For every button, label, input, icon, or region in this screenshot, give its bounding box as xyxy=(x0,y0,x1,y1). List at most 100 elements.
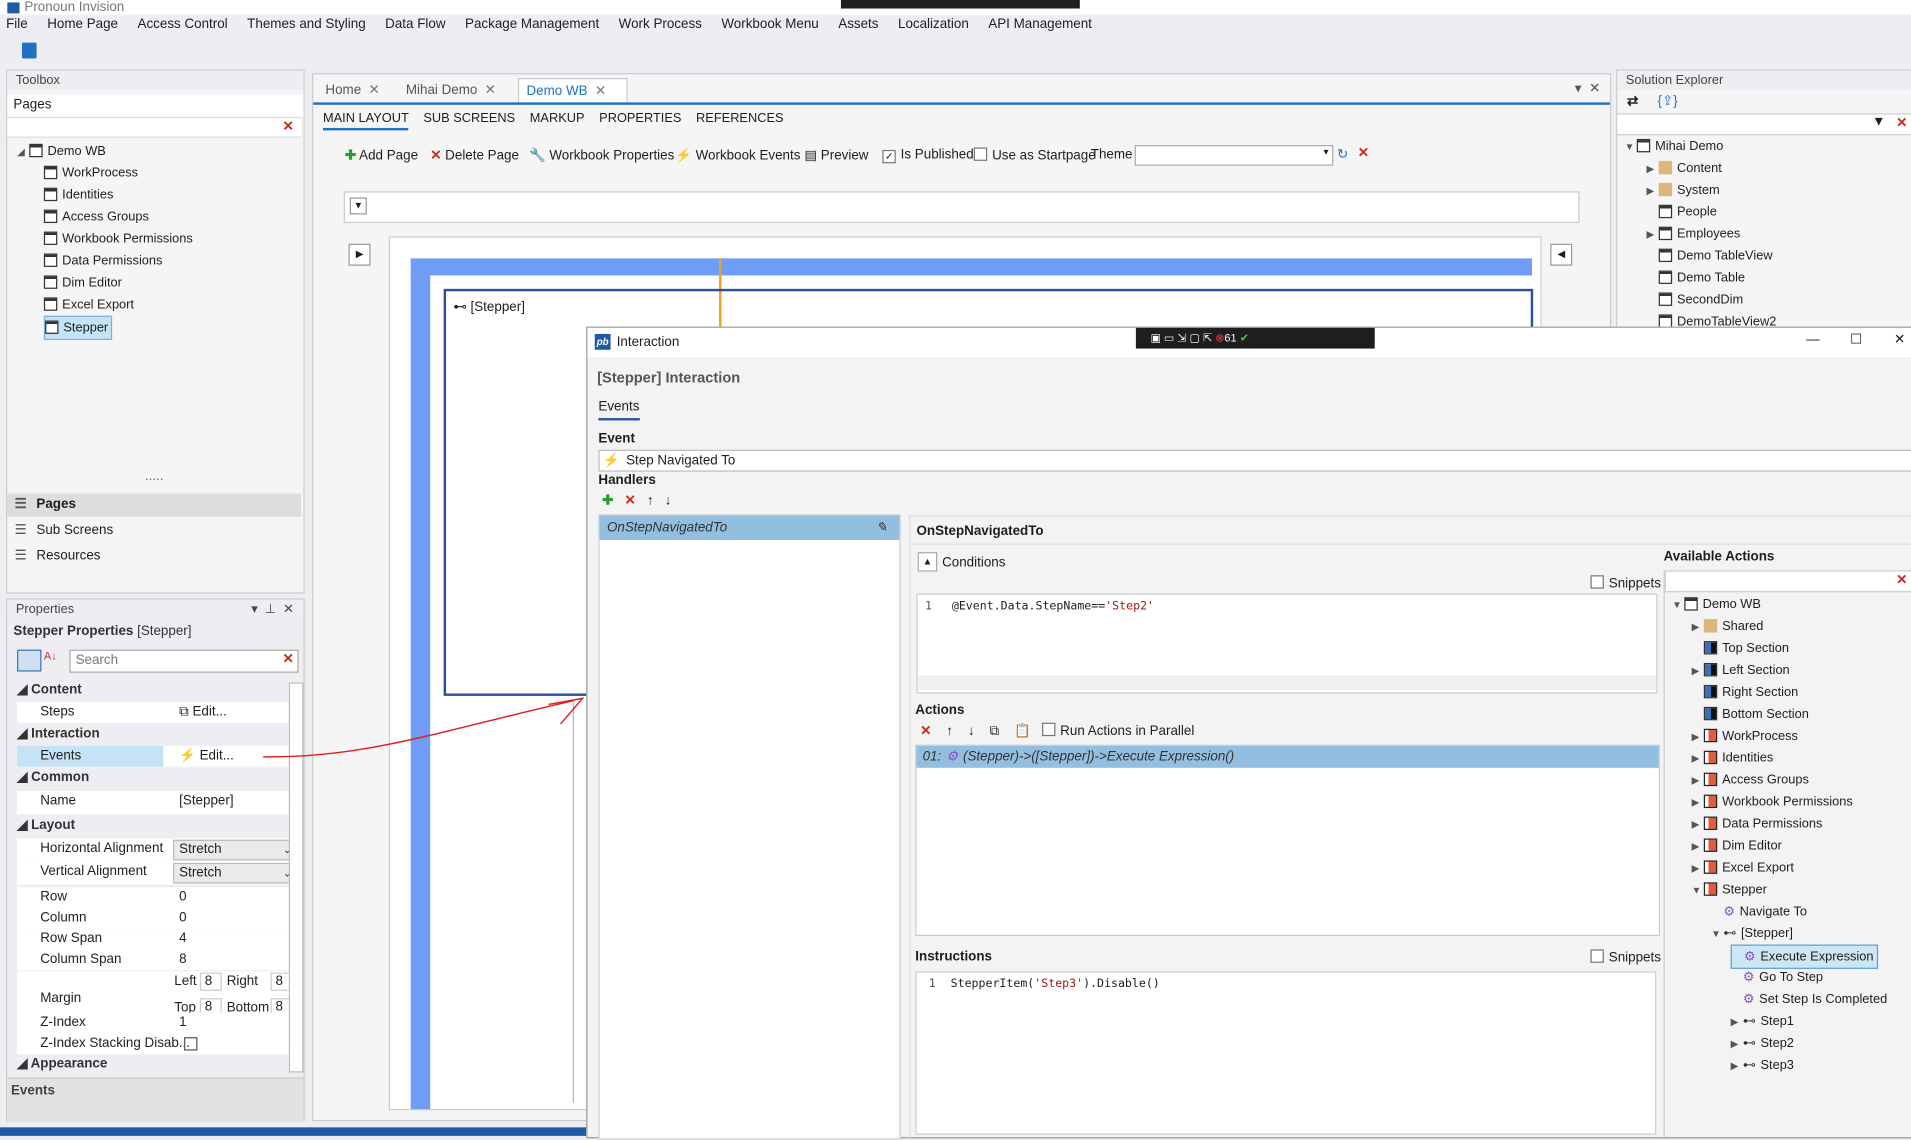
available-action-item[interactable]: ▶ Excel Export xyxy=(1692,857,1794,879)
maximize-button[interactable]: ☐ xyxy=(1850,332,1862,348)
expand-arrow-icon[interactable]: ▶ xyxy=(1692,726,1704,748)
available-action-item[interactable]: ⚙ Go To Step xyxy=(1731,966,1823,988)
collapse-conditions-button[interactable]: ▲ xyxy=(917,552,938,572)
item-label: Set Step Is Completed xyxy=(1759,992,1888,1007)
item-label: Stepper xyxy=(1722,882,1767,897)
capture-toolbar: ▣ ▭ ⇲ ▢ ⇱ ⊗61 ✔ xyxy=(1135,327,1375,349)
available-action-item[interactable]: ▶ WorkProcess xyxy=(1692,725,1798,747)
expand-arrow-icon[interactable]: ▶ xyxy=(1692,858,1704,880)
code-text: @Event.Data.StepName== xyxy=(951,599,1106,614)
available-action-item[interactable]: ▶ Identities xyxy=(1692,747,1773,770)
move-up-button[interactable]: ↑ xyxy=(946,724,953,739)
available-action-item[interactable]: ▶ ⊷ Step1 xyxy=(1731,1010,1794,1032)
actions-label: Actions xyxy=(915,703,965,718)
actions-list: 01: ⚙ (Stepper)->([Stepper])->Execute Expr… xyxy=(915,744,1660,936)
expand-arrow-icon[interactable]: ▶ xyxy=(1692,748,1704,770)
stepper-icon: ⊷ xyxy=(1742,1014,1756,1029)
item-label: Data Permissions xyxy=(1722,816,1823,832)
available-action-item[interactable]: ▶ Workbook Permissions xyxy=(1692,791,1853,813)
available-action-item[interactable]: ⚙ Execute Expression xyxy=(1730,944,1879,969)
error-icon: ⊗ xyxy=(1215,331,1225,344)
app-window: Pronoun Invision File Home Page Access Con… xyxy=(0,0,1911,1140)
dialog-title-bar: pb Interaction ▣ ▭ ⇲ ▢ ⇱ ⊗61 ✔ — ☐ ✕ xyxy=(587,327,1911,358)
red-icon xyxy=(1703,728,1718,743)
instructions-snippets-toggle[interactable]: Snippets xyxy=(1590,949,1661,965)
item-label: WorkProcess xyxy=(1722,728,1798,744)
expand-arrow-icon[interactable]: ▶ xyxy=(1731,1034,1743,1056)
dialog-heading: [Stepper] Interaction xyxy=(597,369,741,387)
blue-icon xyxy=(1703,663,1718,677)
expand-arrow-icon[interactable]: ▶ xyxy=(1692,661,1704,683)
available-action-item[interactable]: ▶ Shared xyxy=(1692,615,1763,639)
red-icon xyxy=(1703,794,1718,809)
action-icon: ⚙ xyxy=(1742,970,1755,985)
condition-code-line: @Event.Data.StepName=='Step2' xyxy=(952,600,1154,613)
available-action-item[interactable]: ▶ Data Permissions xyxy=(1692,813,1823,836)
available-action-item[interactable]: Top Section xyxy=(1692,637,1789,659)
item-label: Top Section xyxy=(1722,641,1789,656)
clear-search-icon[interactable]: ✕ xyxy=(1896,572,1907,588)
available-action-item[interactable]: ▶ Access Groups xyxy=(1692,769,1809,791)
close-dialog-button[interactable]: ✕ xyxy=(1894,332,1905,348)
move-up-button[interactable]: ↑ xyxy=(647,494,654,509)
red-icon xyxy=(1703,838,1718,852)
copy-icon[interactable]: ⧉ xyxy=(990,724,1000,739)
event-dropdown[interactable]: ⚡ Step Navigated To xyxy=(598,449,1911,472)
edit-pencil-icon[interactable]: ✎ xyxy=(876,516,887,540)
item-label: [Stepper] xyxy=(1740,926,1793,941)
snippets-label: Snippets xyxy=(1608,576,1661,592)
available-action-item[interactable]: ⚙ Navigate To xyxy=(1711,901,1807,923)
expand-arrow-icon[interactable]: ▶ xyxy=(1692,792,1704,814)
action-icon: ⚙ xyxy=(1744,949,1756,965)
move-down-button[interactable]: ↓ xyxy=(968,724,975,739)
line-number: 1 xyxy=(925,599,933,614)
delete-action-button[interactable]: ✕ xyxy=(920,724,931,739)
available-action-item[interactable]: ▼ Stepper xyxy=(1692,879,1767,901)
expand-arrow-icon[interactable]: ▶ xyxy=(1692,617,1704,639)
item-label: Go To Step xyxy=(1759,970,1823,985)
available-action-item[interactable]: ▶ ⊷ Step3 xyxy=(1731,1054,1794,1076)
expand-arrow-icon[interactable]: ▼ xyxy=(1711,924,1723,946)
status-bar xyxy=(0,1127,587,1136)
red-icon xyxy=(1703,860,1718,874)
action-item[interactable]: 01: ⚙ (Stepper)->([Stepper])->Execute Expr… xyxy=(916,745,1659,768)
error-count: 61 xyxy=(1224,331,1237,344)
expand-arrow-icon[interactable]: ▶ xyxy=(1731,1055,1743,1077)
available-action-item[interactable]: ▶ Left Section xyxy=(1692,659,1790,681)
code-string: 'Step3' xyxy=(1034,977,1084,991)
tab-events[interactable]: Events xyxy=(598,400,640,421)
available-action-item[interactable]: Bottom Section xyxy=(1692,703,1809,725)
instructions-editor[interactable]: 1 StepperItem('Step3').Disable() xyxy=(915,971,1657,1135)
stepper-icon: ⊷ xyxy=(1742,1057,1756,1073)
folder-icon xyxy=(1703,619,1718,633)
expand-arrow-icon[interactable]: ▶ xyxy=(1731,1012,1743,1034)
add-handler-button[interactable]: ✚ xyxy=(602,494,613,509)
handler-item[interactable]: OnStepNavigatedTo ✎ xyxy=(599,515,900,540)
expand-arrow-icon[interactable]: ▶ xyxy=(1692,770,1704,792)
available-action-item[interactable]: ⚙ Set Step Is Completed xyxy=(1731,988,1888,1010)
horizontal-scrollbar[interactable] xyxy=(917,675,1657,690)
conditions-editor[interactable]: 1 @Event.Data.StepName=='Step2' xyxy=(916,593,1658,694)
event-label: Event xyxy=(598,431,635,447)
expand-arrow-icon[interactable]: ▶ xyxy=(1692,836,1704,858)
paste-icon[interactable]: 📋 xyxy=(1014,724,1031,739)
expand-arrow-icon[interactable]: ▼ xyxy=(1692,880,1704,902)
expand-arrow-icon[interactable]: ▼ xyxy=(1672,595,1684,617)
available-action-item[interactable]: ▼ ⊷ [Stepper] xyxy=(1711,923,1793,945)
item-label: Right Section xyxy=(1722,684,1799,700)
stepper-icon: ⊷ xyxy=(1723,926,1737,941)
run-parallel-checkbox[interactable]: Run Actions in Parallel xyxy=(1041,722,1194,739)
minimize-button[interactable]: — xyxy=(1806,333,1819,348)
action-icon: ⚙ xyxy=(1742,992,1755,1007)
available-action-item[interactable]: ▼ Demo WB xyxy=(1672,594,1761,616)
action-index: 01: xyxy=(922,749,942,765)
conditions-snippets-toggle[interactable]: Snippets xyxy=(1590,575,1661,592)
available-action-item[interactable]: Right Section xyxy=(1692,681,1799,703)
delete-handler-button[interactable]: ✕ xyxy=(624,494,635,509)
available-action-item[interactable]: ▶ ⊷ Step2 xyxy=(1731,1032,1794,1054)
available-actions-search[interactable]: ✕ xyxy=(1664,570,1911,593)
available-action-item[interactable]: ▶ Dim Editor xyxy=(1692,835,1782,857)
expand-arrow-icon[interactable]: ▶ xyxy=(1692,814,1704,836)
code-text: StepperItem( xyxy=(950,977,1035,991)
move-down-button[interactable]: ↓ xyxy=(665,494,672,509)
